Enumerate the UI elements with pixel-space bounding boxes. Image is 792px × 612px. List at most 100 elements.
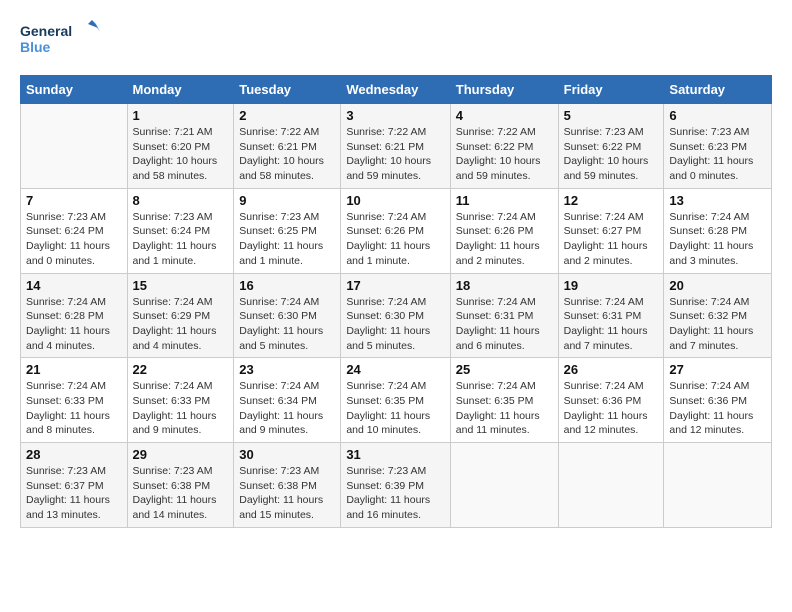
day-info: Sunrise: 7:23 AMSunset: 6:39 PMDaylight:…	[346, 464, 444, 523]
calendar-cell: 1 Sunrise: 7:21 AMSunset: 6:20 PMDaylight…	[127, 104, 234, 189]
calendar-week-3: 14 Sunrise: 7:24 AMSunset: 6:28 PMDayligh…	[21, 273, 772, 358]
calendar-week-4: 21 Sunrise: 7:24 AMSunset: 6:33 PMDayligh…	[21, 358, 772, 443]
calendar-cell: 11 Sunrise: 7:24 AMSunset: 6:26 PMDayligh…	[450, 188, 558, 273]
calendar-cell: 19Sunrise: 7:24 AMSunset: 6:31 PMDayligh…	[558, 273, 664, 358]
day-number: 20	[669, 278, 766, 293]
logo-text: General Blue	[20, 18, 100, 65]
day-info: Sunrise: 7:24 AMSunset: 6:34 PMDaylight:…	[239, 379, 335, 438]
logo: General Blue	[20, 18, 100, 65]
day-info: Sunrise: 7:23 AMSunset: 6:23 PMDaylight:…	[669, 125, 766, 184]
day-number: 5	[564, 108, 659, 123]
calendar-cell: 17 Sunrise: 7:24 AMSunset: 6:30 PMDayligh…	[341, 273, 450, 358]
day-number: 29	[133, 447, 229, 462]
calendar-cell: 31 Sunrise: 7:23 AMSunset: 6:39 PMDayligh…	[341, 443, 450, 528]
day-number: 14	[26, 278, 122, 293]
day-info: Sunrise: 7:23 AMSunset: 6:24 PMDaylight:…	[26, 210, 122, 269]
calendar-cell: 21 Sunrise: 7:24 AMSunset: 6:33 PMDayligh…	[21, 358, 128, 443]
day-info: Sunrise: 7:23 AMSunset: 6:24 PMDaylight:…	[133, 210, 229, 269]
calendar-cell: 25Sunrise: 7:24 AMSunset: 6:35 PMDayligh…	[450, 358, 558, 443]
day-info: Sunrise: 7:24 AMSunset: 6:29 PMDaylight:…	[133, 295, 229, 354]
day-number: 21	[26, 362, 122, 377]
day-info: Sunrise: 7:23 AMSunset: 6:25 PMDaylight:…	[239, 210, 335, 269]
calendar-table: SundayMondayTuesdayWednesdayThursdayFrid…	[20, 75, 772, 528]
day-number: 12	[564, 193, 659, 208]
day-info: Sunrise: 7:21 AMSunset: 6:20 PMDaylight:…	[133, 125, 229, 184]
day-number: 8	[133, 193, 229, 208]
day-info: Sunrise: 7:24 AMSunset: 6:28 PMDaylight:…	[669, 210, 766, 269]
weekday-header-row: SundayMondayTuesdayWednesdayThursdayFrid…	[21, 76, 772, 104]
calendar-cell: 12 Sunrise: 7:24 AMSunset: 6:27 PMDayligh…	[558, 188, 664, 273]
calendar-cell: 13 Sunrise: 7:24 AMSunset: 6:28 PMDayligh…	[664, 188, 772, 273]
calendar-cell: 22Sunrise: 7:24 AMSunset: 6:33 PMDayligh…	[127, 358, 234, 443]
day-info: Sunrise: 7:24 AMSunset: 6:26 PMDaylight:…	[456, 210, 553, 269]
day-number: 24	[346, 362, 444, 377]
day-number: 13	[669, 193, 766, 208]
day-number: 1	[133, 108, 229, 123]
calendar-cell: 5 Sunrise: 7:23 AMSunset: 6:22 PMDaylight…	[558, 104, 664, 189]
calendar-cell: 24 Sunrise: 7:24 AMSunset: 6:35 PMDayligh…	[341, 358, 450, 443]
calendar-cell: 27Sunrise: 7:24 AMSunset: 6:36 PMDayligh…	[664, 358, 772, 443]
day-info: Sunrise: 7:23 AMSunset: 6:37 PMDaylight:…	[26, 464, 122, 523]
calendar-cell: 20Sunrise: 7:24 AMSunset: 6:32 PMDayligh…	[664, 273, 772, 358]
day-number: 16	[239, 278, 335, 293]
day-info: Sunrise: 7:24 AMSunset: 6:36 PMDaylight:…	[669, 379, 766, 438]
calendar-cell: 8 Sunrise: 7:23 AMSunset: 6:24 PMDaylight…	[127, 188, 234, 273]
day-number: 4	[456, 108, 553, 123]
day-info: Sunrise: 7:24 AMSunset: 6:28 PMDaylight:…	[26, 295, 122, 354]
day-info: Sunrise: 7:24 AMSunset: 6:33 PMDaylight:…	[26, 379, 122, 438]
day-info: Sunrise: 7:24 AMSunset: 6:26 PMDaylight:…	[346, 210, 444, 269]
day-info: Sunrise: 7:23 AMSunset: 6:38 PMDaylight:…	[239, 464, 335, 523]
day-info: Sunrise: 7:24 AMSunset: 6:36 PMDaylight:…	[564, 379, 659, 438]
calendar-cell	[664, 443, 772, 528]
calendar-cell: 6 Sunrise: 7:23 AMSunset: 6:23 PMDaylight…	[664, 104, 772, 189]
weekday-header-thursday: Thursday	[450, 76, 558, 104]
day-info: Sunrise: 7:24 AMSunset: 6:30 PMDaylight:…	[239, 295, 335, 354]
svg-text:General: General	[20, 23, 72, 39]
day-number: 17	[346, 278, 444, 293]
day-number: 2	[239, 108, 335, 123]
day-info: Sunrise: 7:24 AMSunset: 6:31 PMDaylight:…	[456, 295, 553, 354]
calendar-week-5: 28Sunrise: 7:23 AMSunset: 6:37 PMDayligh…	[21, 443, 772, 528]
day-number: 23	[239, 362, 335, 377]
calendar-cell: 23 Sunrise: 7:24 AMSunset: 6:34 PMDayligh…	[234, 358, 341, 443]
calendar-cell: 29 Sunrise: 7:23 AMSunset: 6:38 PMDayligh…	[127, 443, 234, 528]
day-info: Sunrise: 7:24 AMSunset: 6:30 PMDaylight:…	[346, 295, 444, 354]
calendar-week-1: 1 Sunrise: 7:21 AMSunset: 6:20 PMDaylight…	[21, 104, 772, 189]
svg-text:Blue: Blue	[20, 39, 51, 55]
weekday-header-wednesday: Wednesday	[341, 76, 450, 104]
calendar-body: 1 Sunrise: 7:21 AMSunset: 6:20 PMDaylight…	[21, 104, 772, 528]
weekday-header-friday: Friday	[558, 76, 664, 104]
day-info: Sunrise: 7:24 AMSunset: 6:27 PMDaylight:…	[564, 210, 659, 269]
calendar-cell: 2 Sunrise: 7:22 AMSunset: 6:21 PMDaylight…	[234, 104, 341, 189]
calendar-cell: 9Sunrise: 7:23 AMSunset: 6:25 PMDaylight…	[234, 188, 341, 273]
day-number: 11	[456, 193, 553, 208]
calendar-cell: 10 Sunrise: 7:24 AMSunset: 6:26 PMDayligh…	[341, 188, 450, 273]
day-info: Sunrise: 7:23 AMSunset: 6:38 PMDaylight:…	[133, 464, 229, 523]
day-info: Sunrise: 7:22 AMSunset: 6:22 PMDaylight:…	[456, 125, 553, 184]
day-number: 7	[26, 193, 122, 208]
calendar-cell: 15Sunrise: 7:24 AMSunset: 6:29 PMDayligh…	[127, 273, 234, 358]
calendar-cell: 16 Sunrise: 7:24 AMSunset: 6:30 PMDayligh…	[234, 273, 341, 358]
weekday-header-tuesday: Tuesday	[234, 76, 341, 104]
day-info: Sunrise: 7:22 AMSunset: 6:21 PMDaylight:…	[239, 125, 335, 184]
calendar-week-2: 7 Sunrise: 7:23 AMSunset: 6:24 PMDaylight…	[21, 188, 772, 273]
day-number: 25	[456, 362, 553, 377]
day-number: 22	[133, 362, 229, 377]
day-number: 6	[669, 108, 766, 123]
day-number: 31	[346, 447, 444, 462]
page: General Blue SundayMondayTuesdayWednesda…	[0, 0, 792, 538]
weekday-header-saturday: Saturday	[664, 76, 772, 104]
weekday-header-monday: Monday	[127, 76, 234, 104]
day-info: Sunrise: 7:24 AMSunset: 6:35 PMDaylight:…	[346, 379, 444, 438]
calendar-cell	[558, 443, 664, 528]
day-number: 10	[346, 193, 444, 208]
day-info: Sunrise: 7:23 AMSunset: 6:22 PMDaylight:…	[564, 125, 659, 184]
calendar-header: SundayMondayTuesdayWednesdayThursdayFrid…	[21, 76, 772, 104]
calendar-cell: 14 Sunrise: 7:24 AMSunset: 6:28 PMDayligh…	[21, 273, 128, 358]
calendar-cell	[21, 104, 128, 189]
calendar-cell: 4 Sunrise: 7:22 AMSunset: 6:22 PMDaylight…	[450, 104, 558, 189]
day-info: Sunrise: 7:22 AMSunset: 6:21 PMDaylight:…	[346, 125, 444, 184]
day-number: 18	[456, 278, 553, 293]
calendar-cell: 18 Sunrise: 7:24 AMSunset: 6:31 PMDayligh…	[450, 273, 558, 358]
day-number: 3	[346, 108, 444, 123]
